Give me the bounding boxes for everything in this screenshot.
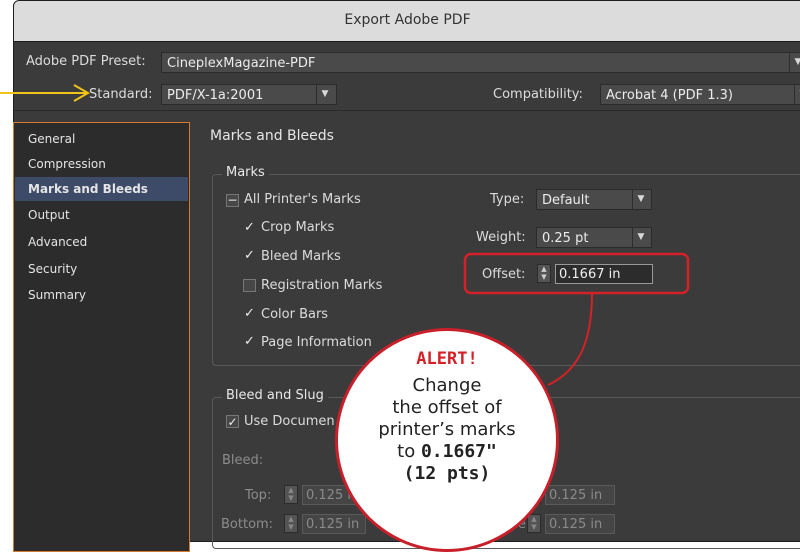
- offset-highlight-box: [463, 252, 690, 295]
- alert-body: Change the offset of printer’s marks to …: [338, 375, 556, 485]
- alert-line-3: printer’s marks: [378, 419, 516, 440]
- alert-offset-value: 0.1667": [420, 441, 497, 462]
- callout-connector-line: [547, 292, 593, 386]
- alert-line-1: Change: [412, 375, 482, 396]
- alert-callout: ALERT! Change the offset of printer’s ma…: [335, 328, 559, 552]
- alert-line-5: (12 pts): [403, 463, 491, 484]
- alert-heading: ALERT!: [416, 349, 478, 369]
- alert-line-4-prefix: to: [397, 441, 421, 462]
- alert-line-4: to 0.1667": [338, 441, 556, 463]
- alert-line-2: the offset of: [392, 397, 502, 418]
